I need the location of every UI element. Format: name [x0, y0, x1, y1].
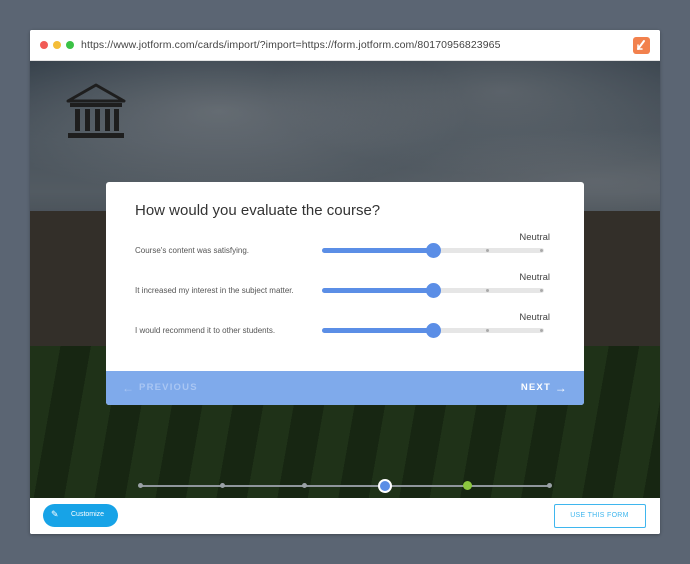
scale-tick	[540, 289, 543, 292]
scale-slider-thumb[interactable]	[426, 323, 441, 338]
scale-slider-track[interactable]	[322, 283, 544, 298]
previous-button[interactable]: ← PREVIOUS	[122, 380, 198, 395]
question-progress-track	[138, 479, 552, 493]
customize-label: Customize	[71, 511, 105, 518]
progress-step-3[interactable]	[302, 483, 307, 488]
question-card: How would you evaluate the course? Cours…	[106, 182, 584, 405]
use-this-form-button[interactable]: USE THIS FORM	[554, 504, 646, 528]
previous-button-label: PREVIOUS	[139, 382, 198, 393]
scale-slider-fill	[322, 248, 433, 253]
scale-tick	[486, 329, 489, 332]
scale-row-value: Neutral	[519, 232, 550, 243]
question-title: How would you evaluate the course?	[135, 202, 381, 219]
customize-button[interactable]: ✎ Customize	[43, 504, 118, 527]
scale-row: It increased my interest in the subject …	[106, 272, 584, 302]
use-this-form-label: USE THIS FORM	[570, 512, 629, 519]
scale-slider-fill	[322, 328, 433, 333]
scale-tick	[540, 249, 543, 252]
progress-step-5[interactable]	[463, 481, 472, 490]
jotform-logo-icon	[633, 37, 650, 54]
next-button-label: NEXT	[520, 382, 551, 393]
footer-bar: ✎ Customize USE THIS FORM	[30, 498, 660, 534]
card-navigation-bar: ← PREVIOUS NEXT →	[106, 371, 584, 405]
scale-tick	[486, 289, 489, 292]
scale-slider-track[interactable]	[322, 243, 544, 258]
scale-row: I would recommend it to other students. …	[106, 312, 584, 342]
scale-tick	[540, 329, 543, 332]
form-stage-background: How would you evaluate the course? Cours…	[30, 61, 660, 498]
arrow-right-icon: →	[554, 380, 568, 395]
browser-titlebar: https://www.jotform.com/cards/import/?im…	[30, 30, 660, 61]
address-bar-url[interactable]: https://www.jotform.com/cards/import/?im…	[81, 39, 501, 51]
scale-tick	[486, 249, 489, 252]
progress-step-4-current[interactable]	[378, 479, 392, 493]
maximize-window-button[interactable]	[66, 41, 74, 49]
close-window-button[interactable]	[40, 41, 48, 49]
minimize-window-button[interactable]	[53, 41, 61, 49]
scale-row: Course's content was satisfying. Neutral	[106, 232, 584, 262]
scale-row-label: Course's content was satisfying.	[135, 246, 250, 255]
scale-slider-fill	[322, 288, 433, 293]
scale-row-label: It increased my interest in the subject …	[135, 286, 294, 295]
arrow-left-icon: ←	[122, 380, 136, 395]
scale-row-value: Neutral	[519, 272, 550, 283]
scale-slider-thumb[interactable]	[426, 283, 441, 298]
scale-slider-thumb[interactable]	[426, 243, 441, 258]
scale-row-label: I would recommend it to other students.	[135, 326, 276, 335]
next-button[interactable]: NEXT →	[520, 380, 568, 395]
progress-step-2[interactable]	[220, 483, 225, 488]
scale-row-value: Neutral	[519, 312, 550, 323]
progress-step-1[interactable]	[138, 483, 143, 488]
progress-step-6[interactable]	[547, 483, 552, 488]
institution-building-icon	[66, 83, 126, 138]
browser-window: https://www.jotform.com/cards/import/?im…	[30, 30, 660, 534]
scale-slider-track[interactable]	[322, 323, 544, 338]
magic-wand-icon: ✎	[51, 509, 59, 519]
